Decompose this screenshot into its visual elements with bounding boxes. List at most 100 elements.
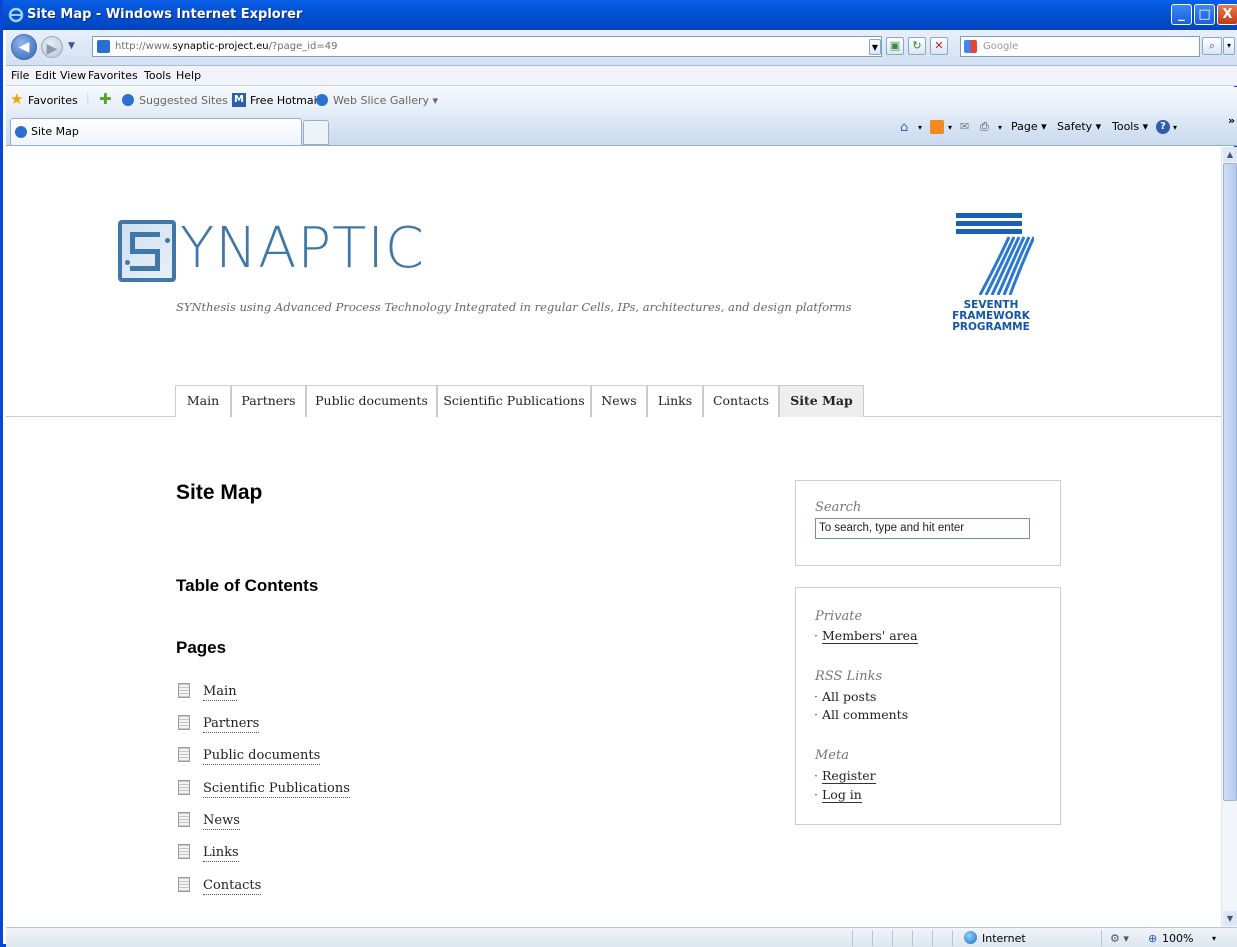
meta-label: Meta [815,748,849,763]
page-link-scientific-publications[interactable]: Scientific Publications [203,781,350,798]
search-input[interactable]: Google [960,36,1200,57]
search-widget-label: Search [815,500,862,515]
tab-bar: Site Map ⌂ ▾ ▾ ✉ ⎙ ▾ Page ▾ Safety ▾ Too… [6,114,1237,146]
url-domain: synaptic-project.eu [172,41,269,52]
fav-suggested-sites[interactable]: Suggested Sites ▾ [139,94,237,107]
home-icon[interactable]: ⌂ [900,120,908,135]
scroll-down-icon[interactable]: ▼ [1223,911,1237,926]
safety-menu[interactable]: Safety ▾ [1057,120,1101,133]
menu-tools[interactable]: Tools [144,69,171,82]
fp7-logo: SEVENTH FRAMEWORK PROGRAMME [926,213,1056,333]
minimize-button[interactable]: _ [1171,4,1192,25]
title-bar: Site Map - Windows Internet Explorer _ □… [3,0,1237,30]
page-link-links[interactable]: Links [203,845,239,862]
nav-links[interactable]: Links [647,385,703,417]
ie-logo-icon [8,7,24,23]
page-icon [97,40,110,53]
help-icon[interactable]: ? [1156,120,1170,134]
chip-logo-icon [118,220,176,282]
google-icon [964,40,977,53]
nav-main[interactable]: Main [175,385,231,417]
nav-public-documents[interactable]: Public documents [306,385,437,417]
site-search-input[interactable]: To search, type and hit enter [815,518,1030,539]
tab-site-map[interactable]: Site Map [10,118,302,145]
status-bar: Internet ⚙ ▾ ⊕ 100% ▾ [6,927,1237,947]
fav-free-hotmail[interactable]: Free Hotmail [250,94,320,107]
url-dropdown-button[interactable]: ▼ [869,39,881,55]
scroll-thumb[interactable] [1223,163,1237,801]
page-link-public-documents[interactable]: Public documents [203,748,321,765]
browser-window: Site Map - Windows Internet Explorer _ □… [0,0,1237,947]
tab-label: Site Map [31,125,79,138]
menu-favorites[interactable]: Favorites [88,69,138,82]
ie-page-icon [122,94,134,106]
favorites-button[interactable]: Favorites [28,94,78,107]
compatibility-view-icon[interactable]: ▣ [886,37,904,55]
login-link[interactable]: Log in [814,787,862,803]
stop-icon[interactable]: ✕ [930,37,948,55]
home-dropdown-icon[interactable]: ▾ [918,123,922,132]
search-placeholder: Google [983,41,1019,52]
nav-news[interactable]: News [591,385,647,417]
page-link-main[interactable]: Main [203,684,237,701]
chevron-more-icon[interactable]: » [1228,114,1235,127]
scroll-up-icon[interactable]: ▲ [1223,147,1237,162]
back-button[interactable]: ◀ [11,34,37,60]
feeds-dropdown-icon[interactable]: ▾ [948,123,952,132]
all-posts-link[interactable]: All posts [814,689,876,704]
links-widget: Private Members' area RSS Links All post… [795,587,1061,825]
favorites-star-icon: ★ [10,90,24,108]
hotmail-icon: M [232,93,246,107]
page-doc-icon [178,877,190,892]
all-comments-link[interactable]: All comments [814,707,908,722]
zoom-dropdown-icon[interactable]: ▾ [1212,934,1216,943]
nav-partners[interactable]: Partners [231,385,306,417]
nav-site-map[interactable]: Site Map [779,385,864,417]
vertical-scrollbar[interactable]: ▲ ▼ [1221,147,1237,927]
rss-feeds-icon[interactable] [930,120,944,134]
nav-contacts[interactable]: Contacts [703,385,779,417]
page-doc-icon [178,747,190,762]
register-link[interactable]: Register [814,768,876,784]
maximize-button[interactable]: □ [1194,4,1215,25]
fp7-line2: PROGRAMME [952,321,1030,333]
read-mail-icon[interactable]: ✉ [960,120,969,133]
zoom-icon[interactable]: ⊕ [1148,932,1157,945]
page-link-contacts[interactable]: Contacts [203,878,262,895]
zoom-level[interactable]: 100% [1162,932,1193,945]
rss-links-label: RSS Links [815,669,883,684]
menu-edit[interactable]: Edit [35,69,56,82]
nav-scientific-publications[interactable]: Scientific Publications [437,385,591,417]
private-label: Private [815,609,863,624]
page-menu[interactable]: Page ▾ [1011,120,1047,133]
toc-heading: Table of Contents [176,576,319,595]
recent-pages-dropdown-icon[interactable]: ▼ [68,41,75,51]
url-input[interactable]: http://www.synaptic-project.eu/?page_id=… [92,36,882,57]
page-link-news[interactable]: News [203,813,240,830]
close-button[interactable]: X [1217,4,1237,25]
page-doc-icon [178,780,190,795]
new-tab-button[interactable] [303,120,329,145]
menu-view[interactable]: View [60,69,86,82]
fp7-line1: SEVENTH FRAMEWORK [952,299,1030,322]
menu-file[interactable]: File [11,69,29,82]
help-dropdown-icon[interactable]: ▾ [1173,123,1177,132]
forward-button[interactable]: ▶ [41,36,63,58]
search-widget: Search To search, type and hit enter [795,480,1061,566]
fav-web-slice-gallery[interactable]: Web Slice Gallery ▾ [333,94,438,107]
search-options-icon[interactable]: ▾ [1223,37,1235,55]
print-icon[interactable]: ⎙ [980,120,989,134]
print-dropdown-icon[interactable]: ▾ [998,123,1002,132]
members-area-link[interactable]: Members' area [814,628,918,644]
page-link-partners[interactable]: Partners [203,716,260,733]
page-doc-icon [178,683,190,698]
menu-help[interactable]: Help [176,69,201,82]
add-favorites-icon[interactable]: ✚ [99,90,112,108]
refresh-icon[interactable]: ↻ [908,37,926,55]
protected-mode-icon[interactable]: ⚙ ▾ [1110,932,1129,945]
tools-menu[interactable]: Tools ▾ [1112,120,1148,133]
tab-ie-icon [15,126,27,138]
web-slice-icon [316,94,328,106]
search-go-icon[interactable]: ⌕ [1202,37,1222,55]
internet-globe-icon [964,931,977,944]
